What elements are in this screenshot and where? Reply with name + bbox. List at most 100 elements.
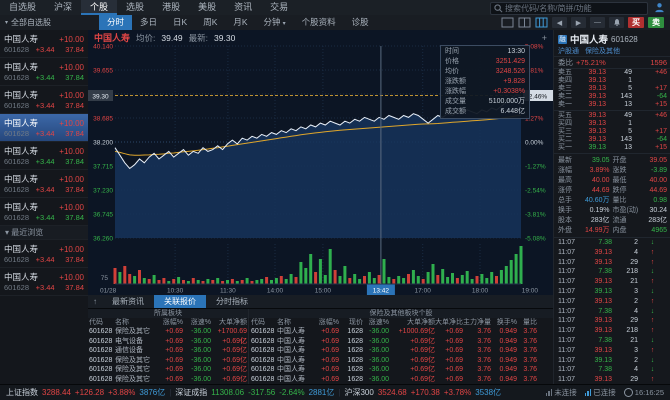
orderbook-ask-row[interactable]: 卖三39.135+17 bbox=[554, 85, 670, 93]
table-row[interactable]: 601628保险及其它+0.69-36.00+0.69亿 bbox=[88, 365, 248, 375]
bell-icon[interactable] bbox=[609, 17, 624, 28]
table-row[interactable]: 601628电气设备+0.69-36.00+0.69亿 bbox=[88, 337, 248, 347]
sidebar-item[interactable]: 中国人寿+10.00601628+3.4437.84 bbox=[0, 86, 88, 114]
pane-split-icon[interactable] bbox=[518, 17, 531, 28]
tick-row[interactable]: 11:0739.133↓ bbox=[554, 287, 670, 297]
tick-row[interactable]: 11:077.3821↓ bbox=[554, 336, 670, 346]
sidebar-item[interactable]: 中国人寿+10.00601628+3.4437.84 bbox=[0, 198, 88, 226]
top-tab-资讯[interactable]: 资讯 bbox=[225, 0, 261, 15]
stock-tag[interactable]: 保险及其他 bbox=[585, 46, 620, 56]
top-tab-港股[interactable]: 港股 bbox=[153, 0, 189, 15]
back-icon[interactable]: ◀ bbox=[552, 17, 567, 28]
pane-grid-icon[interactable] bbox=[535, 17, 548, 28]
tick-row[interactable]: 11:0739.134↑ bbox=[554, 248, 670, 258]
forward-icon[interactable]: ▶ bbox=[571, 17, 586, 28]
bottom-tab-分时指标[interactable]: 分时指标 bbox=[206, 295, 258, 308]
chart-tab-月K[interactable]: 月K bbox=[225, 15, 255, 30]
tick-row[interactable]: 11:0739.1329↑ bbox=[554, 258, 670, 268]
sidebar-item[interactable]: 中国人寿+10.00601628+3.4437.84 bbox=[0, 170, 88, 198]
detail-label: 内盘 bbox=[613, 226, 627, 236]
table-row[interactable]: 601628中国人寿+0.691628-36.00+0.69亿+0.693.76… bbox=[249, 346, 553, 356]
tick-row[interactable]: 11:077.384↓ bbox=[554, 307, 670, 317]
status-index[interactable]: 上证指数3288.44+126.28+3.88%3876亿 bbox=[6, 387, 165, 398]
table-row[interactable]: 601628中国人寿+0.691628-36.00+0.69亿+0.693.76… bbox=[249, 337, 553, 347]
tick-row[interactable]: 11:0739.133↑ bbox=[554, 346, 670, 356]
tick-row[interactable]: 11:0739.132↑ bbox=[554, 297, 670, 307]
index-change: +170.38 bbox=[411, 388, 440, 397]
table-row[interactable]: 601628通信设备+0.69-36.00+0.69亿 bbox=[88, 346, 248, 356]
trading-app-window: 自选股沪深个股选股港股美股资讯交易 ▾ 全部自选股 分时多日日K周K月K分钟▾个… bbox=[0, 0, 670, 400]
bottom-tab-关联报价[interactable]: 关联报价 bbox=[154, 295, 206, 308]
tick-row[interactable]: 11:077.384↓ bbox=[554, 365, 670, 375]
sell-button[interactable]: 卖 bbox=[648, 17, 664, 28]
table-row[interactable]: 601628保险及其它+0.69-36.00+1700.69亿 bbox=[88, 327, 248, 337]
table-row[interactable]: 601628中国人寿+0.691628-36.00+0.69亿+0.693.76… bbox=[249, 375, 553, 385]
table-row[interactable]: 601628中国人寿+0.691628-36.00+0.69亿+0.693.76… bbox=[249, 356, 553, 366]
chart-tab-个股资料[interactable]: 个股资料 bbox=[294, 15, 344, 30]
chart-tab-周K[interactable]: 周K bbox=[195, 15, 225, 30]
svg-text:36.260: 36.260 bbox=[93, 236, 113, 243]
chart-tab-分时[interactable]: 分时 bbox=[99, 15, 132, 30]
recent-viewed-header[interactable]: ▾ 最近浏览 bbox=[0, 226, 88, 240]
buy-button[interactable]: 买 bbox=[628, 17, 644, 28]
orderbook-ask-row[interactable]: 卖五39.1349+46 bbox=[554, 69, 670, 77]
table-cell: 3.76 bbox=[517, 337, 537, 347]
tick-row[interactable]: 11:0739.13218↑ bbox=[554, 326, 670, 336]
tick-row[interactable]: 11:077.382↓ bbox=[554, 238, 670, 248]
orderbook-ask-row[interactable]: 卖二39.13143-64 bbox=[554, 93, 670, 101]
tick-row[interactable]: 11:0739.1329↑ bbox=[554, 316, 670, 326]
pane-single-icon[interactable] bbox=[501, 17, 514, 28]
table-row[interactable]: 601628保险及其它+0.69-36.00+0.69亿 bbox=[88, 375, 248, 385]
detail-value: 30.24 bbox=[638, 206, 667, 216]
orderbook-bid-row[interactable]: 买五39.1349+46 bbox=[554, 112, 670, 120]
chart-tab-诊股[interactable]: 诊股 bbox=[344, 15, 377, 30]
orderbook-bid-row[interactable]: 买三39.135+17 bbox=[554, 128, 670, 136]
pin-icon[interactable]: ↑ bbox=[88, 297, 102, 306]
chart-tab-多日[interactable]: 多日 bbox=[132, 15, 165, 30]
sidebar-item[interactable]: 中国人寿+10.00601628+3.4437.84 bbox=[0, 240, 88, 268]
minimize-icon[interactable]: — bbox=[590, 17, 605, 28]
table-row[interactable]: 601628中国人寿+0.691628-36.00+0.69亿+0.693.76… bbox=[249, 365, 553, 375]
price-value: 37.84 bbox=[55, 185, 84, 194]
chart-tab-日K[interactable]: 日K bbox=[165, 15, 195, 30]
detail-cell: 外盘14.99万 bbox=[558, 226, 613, 236]
orderbook-bid-row[interactable]: 买一39.1313+15 bbox=[554, 144, 670, 152]
orderbook-ask-row[interactable]: 卖四39.131 bbox=[554, 77, 670, 85]
sidebar-item[interactable]: 中国人寿+10.00601628+3.4437.84 bbox=[0, 114, 88, 142]
chart-tab-分钟[interactable]: 分钟▾ bbox=[256, 15, 294, 30]
top-tab-个股[interactable]: 个股 bbox=[81, 0, 117, 15]
top-tab-自选股[interactable]: 自选股 bbox=[0, 0, 45, 15]
user-icon[interactable] bbox=[654, 2, 665, 13]
table-cell: 601628 bbox=[89, 356, 115, 366]
intraday-chart-area[interactable]: 40.14039.65539.17038.68538.20037.71537.2… bbox=[88, 30, 553, 295]
sidebar-item[interactable]: 中国人寿+10.00601628+3.4437.84 bbox=[0, 30, 88, 58]
orderbook-ask-row[interactable]: 卖一39.1313+15 bbox=[554, 101, 670, 109]
sidebar-item[interactable]: 中国人寿+10.00601628+3.4437.84 bbox=[0, 268, 88, 296]
search-box[interactable] bbox=[490, 2, 648, 15]
top-tab-沪深[interactable]: 沪深 bbox=[45, 0, 81, 15]
sector-table-left: 所属板块代码名称涨幅%涨速%大单净额601628保险及其它+0.69-36.00… bbox=[88, 309, 249, 385]
table-row[interactable]: 601628保险及其它+0.69-36.00+0.69亿 bbox=[88, 356, 248, 366]
table-cell: +0.69亿 bbox=[389, 346, 435, 356]
search-input[interactable] bbox=[503, 3, 644, 14]
top-tab-交易[interactable]: 交易 bbox=[261, 0, 297, 15]
top-tab-美股[interactable]: 美股 bbox=[189, 0, 225, 15]
orderbook-bid-row[interactable]: 买四39.131 bbox=[554, 120, 670, 128]
stock-tag[interactable]: 沪股通 bbox=[558, 46, 579, 56]
sidebar-item[interactable]: 中国人寿+10.00601628+3.4437.84 bbox=[0, 58, 88, 86]
tick-direction-icon: ↓ bbox=[638, 356, 667, 366]
plus-icon[interactable]: + bbox=[542, 33, 547, 43]
watchlist-dropdown[interactable]: ▾ 全部自选股 bbox=[0, 17, 93, 28]
tick-time: 11:07 bbox=[558, 238, 582, 248]
change-value: +10.00 bbox=[59, 147, 84, 156]
table-row[interactable]: 601628中国人寿+0.691628-36.00+1000.69亿+0.693… bbox=[249, 327, 553, 337]
sidebar-item[interactable]: 中国人寿+10.00601628+3.4437.84 bbox=[0, 142, 88, 170]
tick-row[interactable]: 11:0739.1321↑ bbox=[554, 277, 670, 287]
top-tab-选股[interactable]: 选股 bbox=[117, 0, 153, 15]
tick-row[interactable]: 11:0739.132↓ bbox=[554, 356, 670, 366]
orderbook-bid-row[interactable]: 买二39.13143-64 bbox=[554, 136, 670, 144]
status-index[interactable]: 沪深3003524.68+170.38+3.78%3538亿 bbox=[344, 387, 501, 398]
status-index[interactable]: 深证成指11308.06-317.56-2.64%2881亿 bbox=[175, 387, 334, 398]
tick-row[interactable]: 11:077.38218↓ bbox=[554, 267, 670, 277]
bottom-tab-最新资讯[interactable]: 最新资讯 bbox=[102, 295, 154, 308]
